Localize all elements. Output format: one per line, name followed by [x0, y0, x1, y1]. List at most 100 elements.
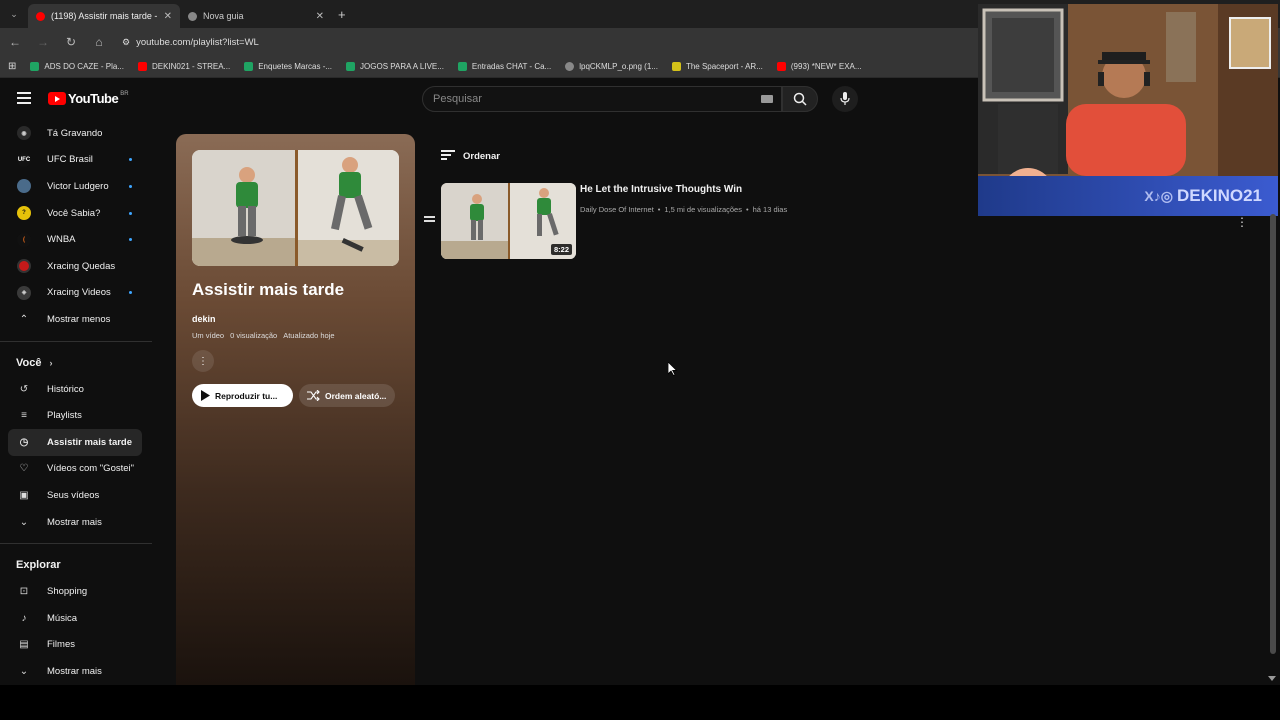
more-options-icon[interactable]: ⋮: [1236, 215, 1248, 229]
reload-icon[interactable]: ↻: [64, 35, 78, 49]
more-actions-icon[interactable]: ⋮: [192, 350, 214, 372]
sidebar-item-your-videos[interactable]: ▣ Seus vídeos: [0, 482, 152, 509]
sidebar-item-label: Você Sabia?: [47, 207, 101, 219]
search-input[interactable]: Pesquisar: [422, 86, 782, 112]
show-less-button[interactable]: ⌃ Mostrar menos: [0, 306, 152, 333]
sheets-icon: [30, 62, 40, 71]
video-channel[interactable]: Daily Dose Of Internet: [580, 205, 654, 214]
bookmark-item[interactable]: The Spaceport - AR...: [671, 62, 763, 71]
search-placeholder: Pesquisar: [433, 93, 482, 105]
video-views: 1,5 mi de visualizações: [664, 205, 742, 214]
sidebar-item-xracing-quedas[interactable]: Xracing Quedas: [0, 253, 152, 280]
new-content-dot: [129, 184, 132, 188]
video-thumbnail[interactable]: 8:22: [441, 183, 576, 259]
apps-grid-icon[interactable]: ⊞: [8, 61, 16, 72]
sidebar-item-label: UFC Brasil: [47, 154, 93, 166]
new-content-dot: [129, 291, 132, 295]
sidebar-item-movies[interactable]: ▤ Filmes: [0, 632, 152, 659]
play-all-label: Reproduzir tu...: [215, 390, 278, 401]
new-content-dot: [129, 238, 132, 242]
tab-search-icon[interactable]: ⌄: [0, 0, 28, 28]
bookmark-item[interactable]: DEKIN021 - STREA...: [137, 62, 230, 71]
sidebar-item-ta-gravando[interactable]: ◉ Tá Gravando: [0, 120, 152, 147]
sidebar-item-victor-ludgero[interactable]: Victor Ludgero: [0, 173, 152, 200]
play-all-button[interactable]: Reproduzir tu...: [192, 384, 293, 407]
shuffle-button[interactable]: Ordem aleató...: [299, 384, 395, 407]
sidebar-item-playlists[interactable]: ≡ Playlists: [0, 402, 152, 429]
drag-handle-icon[interactable]: [424, 216, 435, 224]
playlist-title: Assistir mais tarde: [192, 280, 345, 299]
show-more-button[interactable]: ⌄ Mostrar mais: [0, 509, 152, 536]
chevron-down-icon: ⌄: [19, 665, 29, 677]
sidebar-item-label: Filmes: [47, 639, 75, 651]
browser-tab-active[interactable]: (1198) Assistir mais tarde - You ✕: [28, 4, 180, 28]
sidebar-item-wnba[interactable]: (WNBA: [0, 226, 152, 253]
streamer-banner: X♪◎ DEKINO21: [978, 176, 1278, 216]
browser-tab-new[interactable]: Nova guia ✕: [180, 4, 332, 28]
bookmark-label: (993) *NEW* EXA...: [790, 62, 862, 71]
sidebar-item-label: Shopping: [47, 586, 88, 598]
social-icons: X♪◎: [1144, 187, 1173, 204]
sidebar-item-ufc-brasil[interactable]: UFC UFC Brasil: [0, 147, 152, 174]
sidebar-item-historico[interactable]: ↺ Histórico: [0, 376, 152, 403]
sidebar-item-label: Tá Gravando: [47, 127, 103, 139]
sidebar-item-label: Assistir mais tarde: [47, 436, 133, 448]
sheets-icon: [244, 62, 254, 71]
you-section-heading[interactable]: Você ›: [0, 350, 152, 376]
search-button[interactable]: [782, 86, 818, 112]
back-icon[interactable]: ←: [8, 35, 22, 49]
video-count: Um vídeo: [192, 331, 225, 340]
shuffle-label: Ordem aleató...: [325, 390, 387, 401]
site-info-icon[interactable]: ⚙: [122, 37, 130, 48]
close-tab-icon[interactable]: ✕: [164, 11, 172, 22]
sidebar-item-xracing-videos[interactable]: ◈ Xracing Videos: [0, 280, 152, 307]
keyboard-icon[interactable]: [761, 95, 773, 103]
voice-search-button[interactable]: [832, 86, 858, 112]
sidebar: ◉ Tá Gravando UFC UFC Brasil Victor Ludger…: [0, 120, 152, 685]
scroll-down-arrow-icon[interactable]: [1268, 676, 1276, 681]
sidebar-item-voce-sabia[interactable]: ? Você Sabia?: [0, 200, 152, 227]
sidebar-item-liked-videos[interactable]: ♡ Vídeos com "Gostei": [0, 456, 152, 483]
sort-icon: [441, 150, 455, 162]
bookmark-item[interactable]: Entradas CHAT - Ca...: [457, 62, 551, 71]
bookmark-item[interactable]: (993) *NEW* EXA...: [776, 62, 862, 71]
chevron-right-icon: ›: [49, 357, 53, 368]
bookmark-label: The Spaceport - AR...: [685, 62, 763, 71]
playlist-thumbnail[interactable]: [192, 150, 399, 266]
sort-button[interactable]: Ordenar: [441, 150, 500, 162]
home-icon[interactable]: ⌂: [92, 35, 106, 49]
menu-icon[interactable]: [17, 92, 31, 107]
music-icon: ♪: [21, 612, 27, 624]
page-scrollbar[interactable]: [1270, 214, 1276, 654]
bookmark-item[interactable]: ADS DO CAZE - Pla...: [30, 62, 124, 71]
webcam-overlay: X♪◎ DEKINO21: [978, 4, 1278, 216]
bookmark-item[interactable]: JOGOS PARA A LIVE...: [346, 62, 444, 71]
close-tab-icon[interactable]: ✕: [316, 11, 324, 22]
new-content-dot: [129, 211, 132, 215]
video-title[interactable]: He Let the Intrusive Thoughts Win: [580, 184, 742, 195]
country-code: BR: [120, 91, 129, 97]
new-tab-icon[interactable]: +: [338, 7, 346, 22]
bookmark-item[interactable]: lpqCKMLP_o.png (1...: [565, 62, 658, 71]
forward-icon[interactable]: →: [36, 35, 50, 49]
show-more-button[interactable]: ⌄ Mostrar mais: [0, 658, 152, 685]
playlist-owner[interactable]: dekin: [192, 314, 216, 324]
tab-title: Nova guia: [203, 11, 244, 21]
video-duration: 8:22: [550, 244, 572, 255]
sidebar-item-label: Mostrar mais: [47, 665, 102, 677]
microphone-icon: [840, 92, 850, 105]
sidebar-item-label: Mostrar menos: [47, 313, 111, 325]
sidebar-divider: [0, 543, 152, 545]
bookmark-item[interactable]: Enquetes Marcas -...: [244, 62, 332, 71]
new-content-dot: [129, 158, 132, 162]
separator-dot: •: [745, 205, 749, 214]
history-icon: ↺: [19, 383, 29, 395]
sidebar-item-watch-later[interactable]: ◷ Assistir mais tarde: [8, 428, 142, 456]
sidebar-item-shopping[interactable]: ⊡ Shopping: [0, 578, 152, 605]
youtube-logo[interactable]: YouTube BR: [48, 91, 129, 106]
chevron-down-icon: ⌄: [19, 516, 29, 528]
sidebar-item-music[interactable]: ♪ Música: [0, 605, 152, 632]
playlists-icon: ≡: [21, 410, 27, 422]
url-field[interactable]: ⚙ youtube.com/playlist?list=WL: [122, 37, 259, 48]
sidebar-item-label: Histórico: [47, 383, 84, 395]
